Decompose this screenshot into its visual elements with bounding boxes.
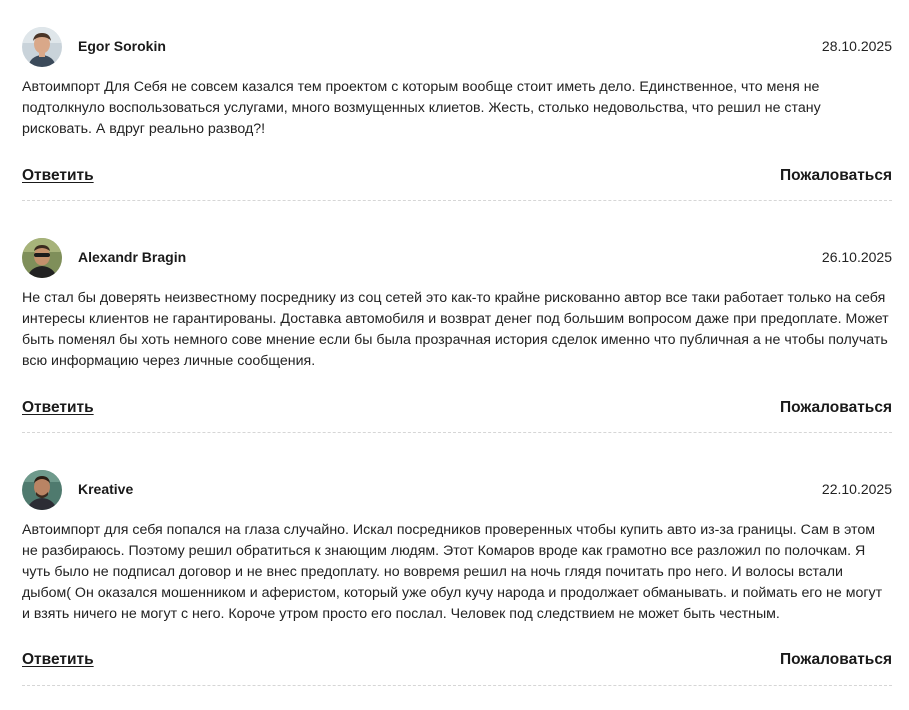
report-button[interactable]: Пожаловаться [780,651,892,669]
reply-button[interactable]: Ответить [22,651,94,669]
comment-author[interactable]: Kreative [78,481,133,497]
user-photo-icon [22,238,62,278]
user-photo-icon [22,27,62,67]
comment-date: 22.10.2025 [821,481,892,497]
comment-header: Egor Sorokin 28.10.2025 [22,27,892,67]
report-button[interactable]: Пожаловаться [780,167,892,185]
comment-text: Не стал бы доверять неизвестному посредн… [22,290,889,369]
avatar [22,238,62,278]
comment-header: Kreative 22.10.2025 [22,470,892,510]
avatar [22,27,62,67]
comment-divider [22,685,892,686]
reply-button[interactable]: Ответить [22,167,94,185]
comment-text: Автоимпорт Для Себя не совсем казался те… [22,79,821,137]
comment-author[interactable]: Egor Sorokin [78,38,166,54]
comment-text: Автоимпорт для себя попался на глаза слу… [22,522,883,622]
comment-divider [22,200,892,201]
user-photo-icon [22,470,62,510]
comment-date: 26.10.2025 [821,249,892,265]
avatar [22,470,62,510]
comment-actions: Ответить Пожаловаться [22,651,892,673]
comment-header: Alexandr Bragin 26.10.2025 [22,238,892,278]
comment-actions: Ответить Пожаловаться [22,399,892,421]
report-button[interactable]: Пожаловаться [780,399,892,417]
comment-actions: Ответить Пожаловаться [22,167,892,189]
comment-divider [22,432,892,433]
comment-author[interactable]: Alexandr Bragin [78,249,186,265]
reply-button[interactable]: Ответить [22,399,94,417]
comment-date: 28.10.2025 [821,38,892,54]
